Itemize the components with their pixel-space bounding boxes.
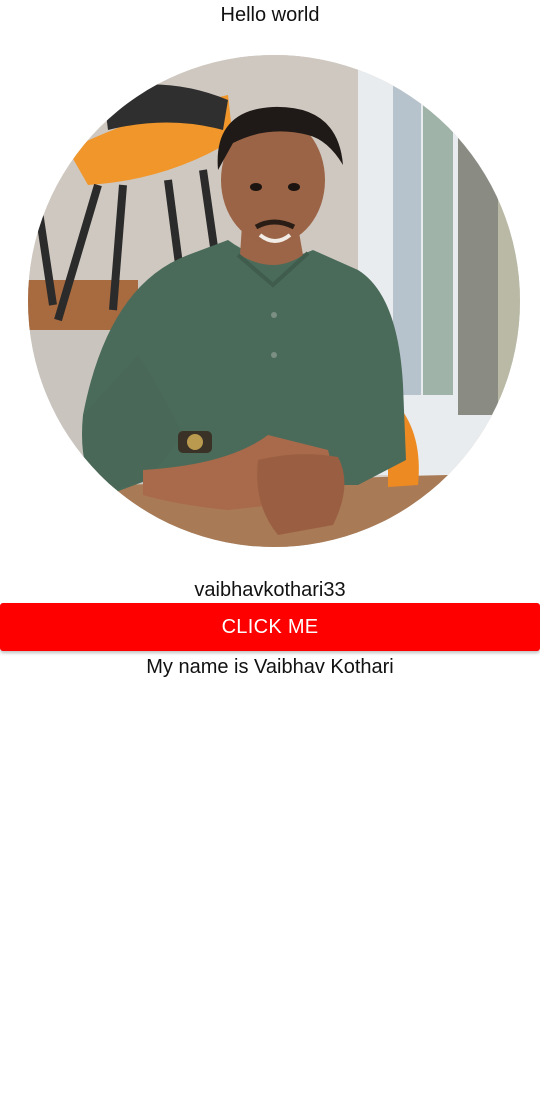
- greeting-title: Hello world: [220, 4, 320, 26]
- profile-photo-image: [28, 55, 520, 547]
- username-label: vaibhavkothari33: [194, 579, 346, 601]
- click-me-button[interactable]: CLICK ME: [0, 603, 540, 651]
- bio-text: My name is Vaibhav Kothari: [146, 656, 394, 678]
- profile-photo: [28, 55, 520, 547]
